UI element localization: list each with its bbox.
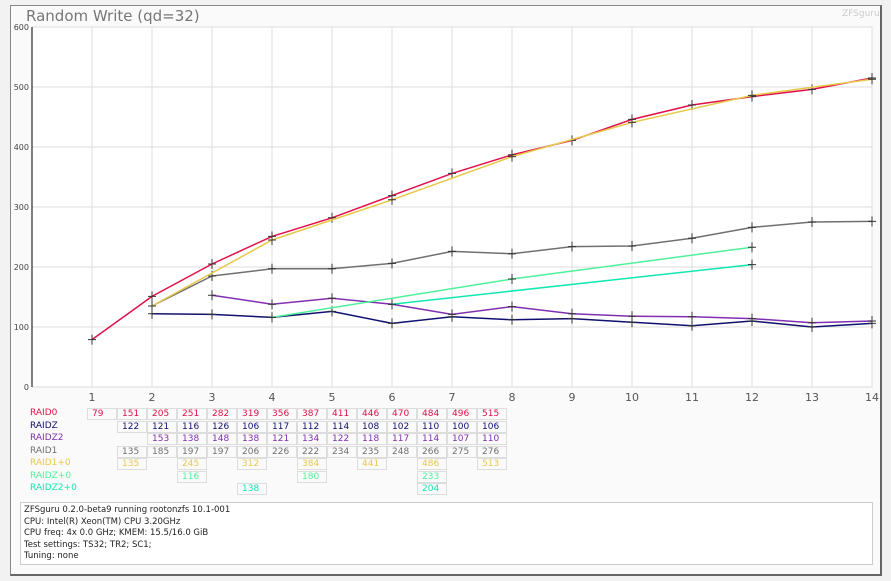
x-tick-label: 5: [329, 391, 336, 404]
table-cell: 114: [417, 433, 447, 445]
table-cell: 121: [147, 420, 177, 433]
table-cell: 126: [207, 420, 237, 433]
x-tick-label: 11: [685, 391, 699, 404]
system-info: ZFSguru 0.2.0-beta9 running rootonzfs 10…: [20, 502, 873, 565]
table-cell: 266: [417, 445, 447, 458]
x-tick-label: 13: [805, 391, 819, 404]
x-tick-label: 4: [269, 391, 276, 404]
table-cell: 121: [267, 433, 297, 445]
series-label: RAID0: [30, 408, 58, 418]
table-cell: 151: [117, 408, 147, 420]
table-cell: 496: [447, 408, 477, 420]
table-cell: 251: [177, 408, 207, 420]
table-cell: 100: [447, 420, 477, 433]
table-cell: 153: [147, 433, 177, 445]
table-cell: 117: [387, 433, 417, 445]
y-tick-label: 500: [14, 83, 29, 92]
info-line: ZFSguru 0.2.0-beta9 running rootonzfs 10…: [24, 505, 231, 515]
x-tick-label: 10: [625, 391, 639, 404]
table-cell: 134: [297, 433, 327, 445]
table-cell: 135: [117, 445, 147, 458]
table-cell: 116: [177, 470, 207, 483]
table-cell: 282: [207, 408, 237, 420]
x-tick-label: 14: [865, 391, 879, 404]
table-cell: 185: [147, 445, 177, 458]
table-cell: 138: [177, 433, 207, 445]
table-cell: 356: [267, 408, 297, 420]
x-tick-label: 3: [209, 391, 216, 404]
info-line: CPU freq: 4x 0.0 GHz; KMEM: 15.5/16.0 Gi…: [24, 528, 209, 539]
table-cell: 384: [297, 458, 327, 470]
x-tick-label: 8: [509, 391, 516, 404]
x-tick-label: 9: [569, 391, 576, 404]
table-cell: 116: [177, 420, 207, 433]
table-cell: 235: [357, 445, 387, 458]
table-cell: 197: [207, 445, 237, 458]
table-cell: 138: [237, 433, 267, 445]
table-cell: 117: [267, 420, 297, 433]
table-cell: 122: [327, 433, 357, 445]
y-tick-label: 400: [14, 143, 29, 152]
series-label: RAIDZ: [30, 420, 58, 431]
table-cell: 205: [147, 408, 177, 420]
table-cell: 276: [477, 445, 507, 458]
table-cell: 206: [237, 445, 267, 458]
table-cell: 275: [447, 445, 477, 458]
table-cell: 484: [417, 408, 447, 420]
table-cell: 102: [387, 420, 417, 433]
info-line: Tuning: none: [24, 551, 79, 562]
table-cell: 108: [357, 420, 387, 433]
table-cell: 319: [237, 408, 267, 420]
y-tick-label: 0: [24, 383, 29, 392]
table-cell: 233: [417, 470, 447, 483]
y-tick-label: 100: [14, 323, 29, 332]
table-cell: 110: [417, 420, 447, 433]
y-tick-label: 300: [14, 203, 29, 212]
table-cell: 226: [267, 445, 297, 458]
table-cell: 122: [117, 420, 147, 433]
series-label: RAID1: [30, 445, 58, 456]
table-cell: 470: [387, 408, 417, 420]
series-label: RAIDZ2: [30, 433, 64, 443]
table-cell: 148: [207, 433, 237, 445]
x-tick-label: 6: [389, 391, 396, 404]
x-tick-label: 1: [89, 391, 96, 404]
table-cell: 106: [237, 420, 267, 433]
table-cell: 114: [327, 420, 357, 433]
table-cell: 486: [417, 458, 447, 470]
table-cell: 234: [327, 445, 357, 458]
table-cell: 79: [87, 408, 117, 420]
table-cell: 245: [177, 458, 207, 470]
table-cell: 180: [297, 470, 327, 483]
info-line: CPU: Intel(R) Xeon(TM) CPU 3.20GHz: [24, 516, 181, 527]
x-tick-label: 12: [745, 391, 759, 404]
table-cell: 411: [327, 408, 357, 420]
table-cell: 441: [357, 458, 387, 470]
table-cell: 204: [417, 483, 447, 495]
table-cell: 138: [237, 483, 267, 495]
table-cell: 312: [237, 458, 267, 470]
x-tick-label: 2: [149, 391, 156, 404]
y-tick-label: 600: [14, 23, 29, 32]
table-cell: 107: [447, 433, 477, 445]
series-label: RAIDZ+0: [30, 470, 72, 481]
table-cell: 387: [297, 408, 327, 420]
series-label: RAIDZ2+0: [30, 483, 77, 493]
table-cell: 446: [357, 408, 387, 420]
table-cell: 118: [357, 433, 387, 445]
info-line: Test settings: TS32; TR2; SC1;: [24, 539, 152, 550]
series-label: RAID1+0: [30, 458, 71, 468]
y-tick-label: 200: [14, 263, 29, 272]
table-cell: 248: [387, 445, 417, 458]
table-cell: 513: [477, 458, 507, 470]
table-cell: 515: [477, 408, 507, 420]
table-cell: 135: [117, 458, 147, 470]
table-cell: 110: [477, 433, 507, 445]
table-cell: 222: [297, 445, 327, 458]
x-tick-label: 7: [449, 391, 456, 404]
table-cell: 112: [297, 420, 327, 433]
table-cell: 106: [477, 420, 507, 433]
table-cell: 197: [177, 445, 207, 458]
